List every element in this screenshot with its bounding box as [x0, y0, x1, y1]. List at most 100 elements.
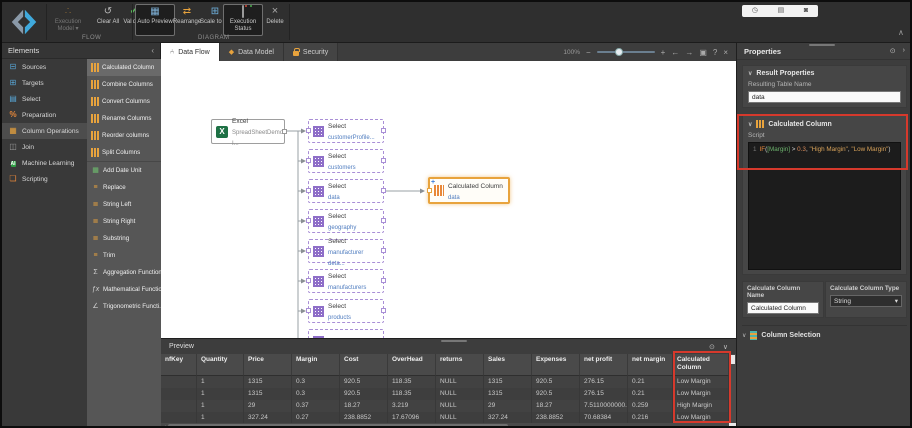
- properties-eye-icon[interactable]: ⊙: [890, 47, 896, 55]
- scroll-left-icon[interactable]: ◂: [161, 424, 168, 428]
- op-string-left[interactable]: ≣String Left: [87, 196, 161, 213]
- op-mathematical-function[interactable]: ƒxMathematical Function: [87, 281, 161, 298]
- category-scripting[interactable]: ❏Scripting: [2, 171, 87, 187]
- op-aggregation-function[interactable]: ΣAggregation Function: [87, 264, 161, 281]
- undo-icon[interactable]: ←: [671, 48, 679, 57]
- op-substring[interactable]: ≣Substring: [87, 230, 161, 247]
- output-port[interactable]: [381, 158, 386, 163]
- save-icon[interactable]: ▣: [699, 48, 707, 57]
- input-port[interactable]: [306, 278, 311, 283]
- category-preparation[interactable]: %Preparation: [2, 107, 87, 123]
- col-header[interactable]: Quantity: [197, 354, 244, 376]
- close-icon[interactable]: ×: [723, 48, 728, 57]
- input-port[interactable]: [306, 248, 311, 253]
- scrollbar-thumb[interactable]: [730, 355, 735, 364]
- input-port[interactable]: [306, 308, 311, 313]
- column-selection-section[interactable]: ∨ Column Selection: [742, 325, 907, 340]
- col-header[interactable]: Price: [244, 354, 292, 376]
- calculated-column-node[interactable]: Calculated Column data: [428, 177, 510, 204]
- op-add-date-unit[interactable]: ▦Add Date Unit: [87, 162, 161, 179]
- input-port[interactable]: [306, 128, 311, 133]
- tab-data-model[interactable]: ◆Data Model: [220, 43, 284, 61]
- zoom-slider-thumb[interactable]: [615, 48, 623, 56]
- output-port[interactable]: [381, 308, 386, 313]
- op-trigonometric-function[interactable]: ∠Trigonometric Functi...: [87, 298, 161, 315]
- feedback-icon[interactable]: ◙: [804, 5, 808, 17]
- op-combine-columns[interactable]: Combine Columns: [87, 76, 161, 93]
- scrollbar-thumb[interactable]: [168, 424, 508, 428]
- input-port[interactable]: [306, 188, 311, 193]
- category-join[interactable]: ◫Join: [2, 139, 87, 155]
- history-icon[interactable]: ◷: [752, 5, 758, 17]
- op-replace[interactable]: ≡Replace: [87, 179, 161, 196]
- select-node-data[interactable]: Selectdata: [308, 179, 384, 203]
- select-node-manufacturer-details[interactable]: Selectmanufacturer deta...: [308, 239, 384, 263]
- ribbon-collapse-icon[interactable]: ∧: [898, 28, 904, 37]
- help-icon[interactable]: ?: [713, 48, 717, 57]
- column-type-dropdown[interactable]: String▾: [830, 295, 902, 307]
- select-node-products[interactable]: Selectproducts: [308, 299, 384, 323]
- op-convert-columns[interactable]: Convert Columns: [87, 93, 161, 110]
- preview-eye-icon[interactable]: ⊙: [709, 343, 715, 351]
- select-node-manufacturers[interactable]: Selectmanufacturers: [308, 269, 384, 293]
- op-reorder-columns[interactable]: Reorder columns: [87, 127, 161, 144]
- zoom-slider[interactable]: [597, 51, 655, 53]
- output-port[interactable]: [381, 188, 386, 193]
- select-node-geography[interactable]: Selectgeography: [308, 209, 384, 233]
- category-column-operations[interactable]: ▦Column Operations: [2, 123, 87, 139]
- input-port[interactable]: [427, 188, 432, 193]
- category-select[interactable]: ▤Select: [2, 91, 87, 107]
- col-header[interactable]: Expenses: [532, 354, 580, 376]
- op-split-columns[interactable]: Split Columns: [87, 144, 161, 161]
- zoom-in-icon[interactable]: +: [661, 48, 666, 57]
- table-horizontal-scrollbar[interactable]: ◂: [161, 423, 729, 428]
- properties-resize-grip[interactable]: [809, 44, 835, 46]
- script-editor[interactable]: 1IF([Margin] > 0.3, "High Margin", "Low …: [748, 142, 901, 270]
- zoom-out-icon[interactable]: −: [586, 48, 591, 57]
- output-port[interactable]: [282, 129, 287, 134]
- preview-table[interactable]: nfKey Quantity Price Margin Cost OverHea…: [161, 354, 736, 424]
- elements-collapse-icon[interactable]: ‹: [151, 46, 154, 55]
- category-sources[interactable]: ⊟Sources: [2, 59, 87, 75]
- properties-collapse-icon[interactable]: ›: [903, 47, 905, 55]
- report-icon[interactable]: ▤: [778, 5, 785, 17]
- select-node-customerprofile[interactable]: SelectcustomerProfile...: [308, 119, 384, 143]
- op-rename-columns[interactable]: Rename Columns: [87, 110, 161, 127]
- redo-icon[interactable]: →: [685, 48, 693, 57]
- calculated-column-header[interactable]: ∨Calculated Column: [748, 120, 901, 128]
- col-header[interactable]: OverHead: [388, 354, 436, 376]
- col-header[interactable]: returns: [436, 354, 484, 376]
- output-port[interactable]: [381, 128, 386, 133]
- preview-collapse-icon[interactable]: ∨: [723, 343, 728, 351]
- col-header[interactable]: Sales: [484, 354, 532, 376]
- data-flow-canvas[interactable]: X Excel SpreadSheetDemo I... Selectcusto…: [161, 61, 736, 338]
- select-node-customers[interactable]: Selectcustomers: [308, 149, 384, 173]
- col-header[interactable]: Cost: [340, 354, 388, 376]
- col-header[interactable]: net margin: [628, 354, 673, 376]
- output-port[interactable]: [381, 218, 386, 223]
- output-port[interactable]: [381, 278, 386, 283]
- col-header[interactable]: net profit: [580, 354, 628, 376]
- output-port[interactable]: [381, 248, 386, 253]
- col-header[interactable]: Margin: [292, 354, 340, 376]
- result-properties-header[interactable]: ∨Result Properties: [748, 70, 901, 77]
- op-trim[interactable]: ≡Trim: [87, 247, 161, 264]
- category-machine-learning[interactable]: AIMachine Learning: [2, 155, 87, 171]
- excel-source-node[interactable]: X Excel SpreadSheetDemo I...: [211, 119, 285, 144]
- input-port[interactable]: [306, 218, 311, 223]
- preview-panel: Preview ⊙∨ nfKey Quantity Price Margin C…: [161, 338, 736, 428]
- category-targets[interactable]: ⊞Targets: [2, 75, 87, 91]
- op-string-right[interactable]: ≣String Right: [87, 213, 161, 230]
- select-node-clipped[interactable]: Select: [308, 329, 384, 338]
- col-header[interactable]: Calculated Column: [673, 354, 729, 376]
- col-header[interactable]: nfKey: [161, 354, 197, 376]
- tab-data-flow[interactable]: ⑃Data Flow: [161, 43, 220, 61]
- resulting-table-name-input[interactable]: data: [748, 91, 901, 103]
- tab-security[interactable]: Security: [284, 43, 338, 61]
- input-port[interactable]: [306, 158, 311, 163]
- table-vertical-scrollbar[interactable]: [729, 354, 736, 423]
- execution-model-button[interactable]: ∴ Execution Model ▾: [48, 4, 88, 36]
- column-name-input[interactable]: Calculated Column: [747, 302, 819, 314]
- preview-resize-grip[interactable]: [441, 340, 467, 342]
- op-calculated-column[interactable]: Calculated Column: [87, 59, 161, 76]
